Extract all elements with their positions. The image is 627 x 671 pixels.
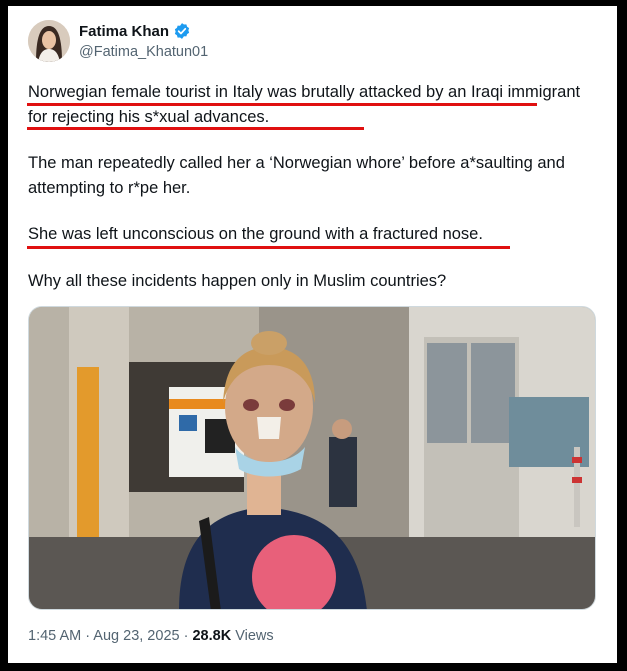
tweet-footer: 1:45 AM · Aug 23, 2025 · 28.8K Views [28, 628, 274, 644]
verified-badge-icon [174, 23, 190, 39]
display-name[interactable]: Fatima Khan [79, 23, 169, 40]
tweet-paragraph-3: She was left unconscious on the ground w… [28, 225, 483, 243]
name-row: Fatima Khan [79, 22, 191, 40]
highlight-underline [27, 246, 510, 249]
views-count: 28.8K [192, 628, 232, 644]
tweet-time[interactable]: 1:45 AM [28, 628, 81, 644]
tweet-date[interactable]: Aug 23, 2025 [93, 628, 179, 644]
tweet-paragraph-2: The man repeatedly called her a ‘Norwegi… [28, 154, 565, 197]
tweet-card: Fatima Khan @Fatima_Khatun01 Norwegian f… [8, 6, 617, 663]
tweet-photo[interactable] [28, 306, 596, 610]
avatar-image [28, 20, 70, 62]
footer-separator: · [179, 628, 193, 644]
footer-separator: · [81, 628, 94, 644]
views-label: Views [235, 628, 274, 644]
highlight-underline [27, 127, 364, 130]
tweet-paragraph-4: Why all these incidents happen only in M… [28, 272, 447, 290]
highlight-underline [27, 103, 537, 106]
avatar[interactable] [28, 20, 70, 62]
photo-image [29, 307, 595, 609]
handle[interactable]: @Fatima_Khatun01 [79, 44, 208, 60]
